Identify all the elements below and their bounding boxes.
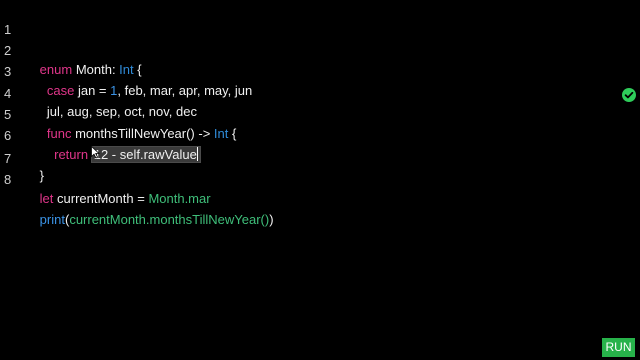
code-line[interactable]: 3 jul, aug, sep, oct, nov, dec: [0, 42, 197, 119]
code-line[interactable]: 2 case jan = 1, feb, mar, apr, may, jun: [0, 21, 252, 98]
code-line[interactable]: 6 }: [0, 106, 44, 183]
mouse-pointer-icon: [91, 146, 100, 159]
keyword-token: return: [39, 147, 89, 162]
text-caret: [196, 147, 198, 161]
code-editor[interactable]: 1 enum Month: Int { 2 case jan = 1, feb,…: [0, 0, 640, 360]
code-line[interactable]: 1 enum Month: Int {: [0, 0, 142, 77]
code-line[interactable]: 4 func monthsTillNewYear() -> Int {: [0, 64, 236, 141]
code-line[interactable]: 5 return 12 - self.rawValue: [0, 85, 201, 163]
check-circle-icon: [622, 88, 636, 102]
code-token: {: [228, 126, 237, 141]
code-token: ): [269, 212, 274, 227]
line-number: 8: [4, 172, 12, 187]
selected-expression: 12 - self.rawValue: [93, 147, 197, 162]
run-button[interactable]: RUN: [602, 338, 635, 357]
function-token: print: [39, 212, 65, 227]
code-line[interactable]: 7 let currentMonth = Month.mar: [0, 129, 211, 206]
code-line[interactable]: 8 print(currentMonth.monthsTillNewYear()…: [0, 150, 274, 227]
member-token: currentMonth.monthsTillNewYear(): [69, 212, 270, 227]
type-token: Int: [213, 126, 229, 141]
selected-text[interactable]: 12 - self.rawValue: [90, 146, 201, 163]
